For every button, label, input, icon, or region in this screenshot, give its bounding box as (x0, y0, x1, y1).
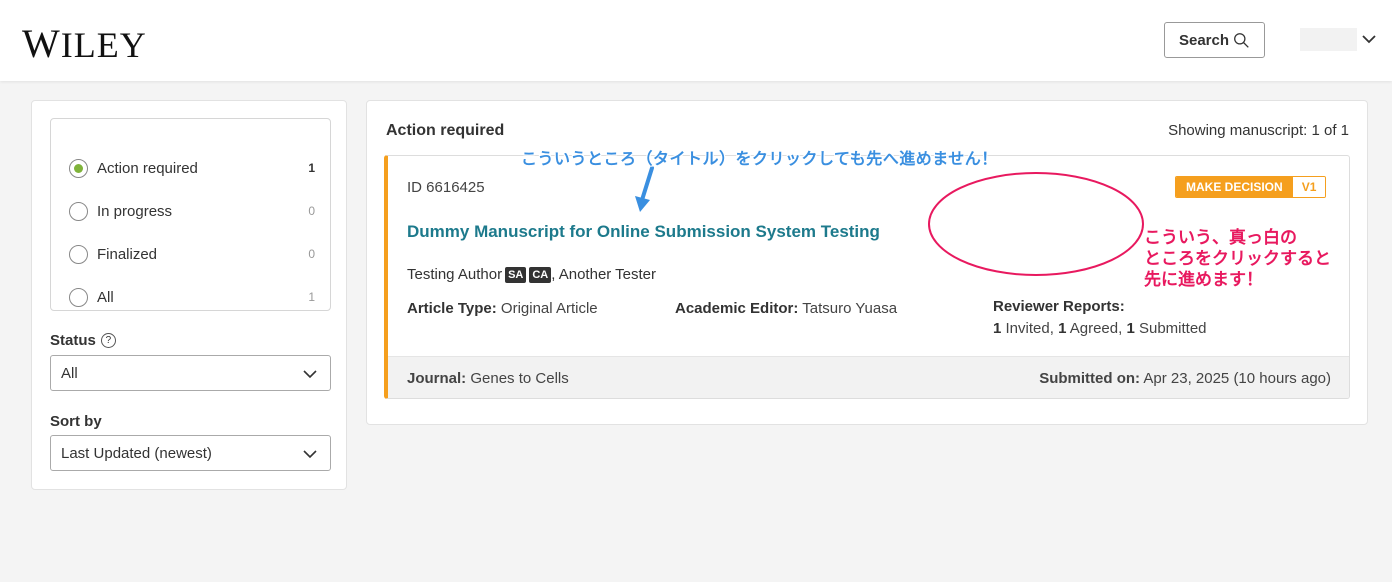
role-tag-ca: CA (529, 266, 552, 283)
article-type: Article Type: Original Article (407, 300, 598, 317)
article-type-label: Article Type: (407, 300, 497, 317)
search-button-label: Search (1178, 31, 1230, 49)
sort-field-label: Sort by (50, 413, 102, 430)
sort-select[interactable]: Last Updated (newest) (50, 435, 331, 471)
logo-initial: W (22, 21, 61, 66)
agreed-text: Agreed, (1069, 320, 1123, 337)
logo-rest: ILEY (60, 25, 147, 65)
filter-all[interactable]: All 1 (69, 286, 315, 308)
filter-count: 0 (308, 247, 315, 261)
user-menu-name[interactable] (1300, 28, 1357, 51)
filter-label: Action required (97, 159, 198, 177)
sort-label-text: Sort by (50, 413, 102, 430)
badge-label: MAKE DECISION (1176, 177, 1293, 197)
filter-count: 0 (308, 204, 315, 218)
submitted-on-label: Submitted on: (1039, 370, 1141, 387)
manuscript-title-link[interactable]: Dummy Manuscript for Online Submission S… (407, 222, 880, 242)
filter-finalized[interactable]: Finalized 0 (69, 243, 315, 265)
chevron-down-icon[interactable] (1361, 31, 1377, 47)
make-decision-badge[interactable]: MAKE DECISION V1 (1175, 176, 1327, 198)
journal-info: Journal: Genes to Cells (407, 370, 569, 387)
status-label-text: Status (50, 332, 96, 349)
role-tag-sa: SA (505, 266, 527, 283)
status-select-value: All (61, 364, 78, 382)
filter-label: All (97, 288, 114, 306)
article-type-value: Original Article (500, 300, 598, 317)
editor-label: Academic Editor: (675, 300, 799, 317)
status-filter-group: Action required 1 In progress 0 Finalize… (50, 118, 331, 311)
academic-editor: Academic Editor: Tatsuro Yuasa (675, 300, 897, 317)
section-title: Action required (386, 122, 505, 139)
card-footer: Journal: Genes to Cells Submitted on: Ap… (388, 356, 1349, 398)
blue-annotation-text: こういうところ（タイトル）をクリックしても先へ進めません！ (521, 149, 998, 168)
filter-count: 1 (308, 161, 315, 175)
radio-icon[interactable] (69, 201, 88, 221)
pink-line: 先に進めます！ (1144, 270, 1263, 290)
author-list: Testing Author SA CA , Another Tester (407, 266, 656, 283)
filter-action-required[interactable]: Action required 1 (69, 157, 315, 179)
editor-value: Tatsuro Yuasa (802, 300, 898, 317)
radio-icon[interactable] (69, 244, 88, 264)
pink-line: ところをクリックすると (1144, 249, 1331, 269)
radio-checked-icon[interactable] (69, 158, 88, 178)
invited-count: 1 (993, 320, 1002, 337)
submitted-count: 1 (1126, 320, 1135, 337)
chevron-down-icon (303, 370, 317, 379)
pink-line: こういう、真っ白の (1144, 228, 1297, 248)
invited-text: Invited, (1005, 320, 1054, 337)
status-field-label: Status ? (50, 332, 116, 349)
pink-annotation-text: こういう、真っ白の ところをクリックすると 先に進めます！ (1144, 228, 1331, 291)
filter-label: In progress (97, 202, 173, 220)
author-name: , Another Tester (551, 266, 657, 283)
journal-label: Journal: (407, 370, 467, 387)
reviewer-label: Reviewer Reports: (993, 298, 1125, 315)
sort-select-value: Last Updated (newest) (61, 444, 212, 462)
search-icon (1234, 32, 1249, 48)
top-header: WILEY Search (0, 0, 1392, 81)
author-name: Testing Author (407, 266, 503, 283)
filter-sidebar: Action required 1 In progress 0 Finalize… (31, 100, 347, 490)
chevron-down-icon (303, 450, 317, 459)
agreed-count: 1 (1058, 320, 1067, 337)
version-label: V1 (1292, 177, 1326, 197)
showing-count: Showing manuscript: 1 of 1 (1168, 122, 1349, 139)
filter-in-progress[interactable]: In progress 0 (69, 200, 315, 222)
help-icon[interactable]: ? (100, 333, 116, 348)
search-button[interactable]: Search (1164, 22, 1265, 58)
journal-value: Genes to Cells (470, 370, 569, 387)
reviewer-reports: Reviewer Reports: 1 Invited, 1 Agreed, 1… (993, 296, 1207, 340)
status-select[interactable]: All (50, 355, 331, 391)
submitted-on-value: Apr 23, 2025 (10 hours ago) (1143, 370, 1331, 387)
filter-count: 1 (308, 290, 315, 304)
submitted-date: Submitted on: Apr 23, 2025 (10 hours ago… (1039, 370, 1331, 387)
radio-icon[interactable] (69, 287, 88, 307)
filter-label: Finalized (97, 245, 158, 263)
wiley-logo[interactable]: WILEY (22, 20, 147, 67)
submitted-text: Submitted (1138, 320, 1207, 337)
manuscript-id: ID 6616425 (407, 179, 485, 196)
